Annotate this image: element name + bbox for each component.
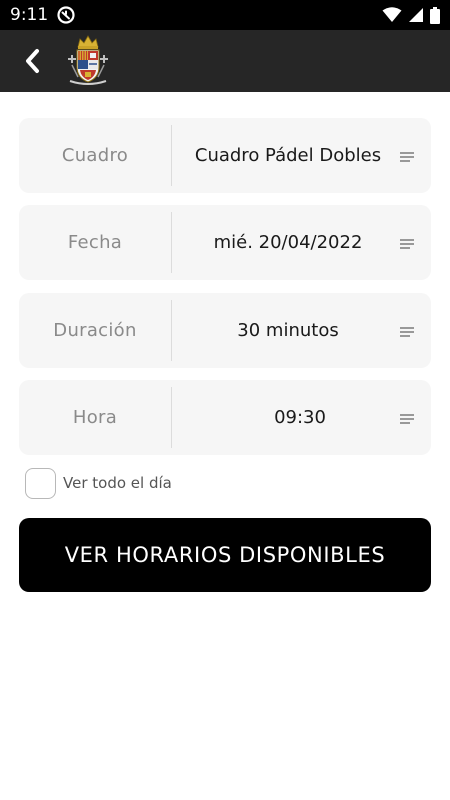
- duration-selector[interactable]: Duración 30 minutos: [19, 293, 431, 368]
- coat-of-arms-logo: [68, 35, 108, 85]
- court-selector[interactable]: Cuadro Cuadro Pádel Dobles: [19, 118, 431, 193]
- all-day-option: Ver todo el día: [25, 467, 172, 499]
- wifi-icon: [382, 7, 402, 22]
- time-value: 09:30: [274, 407, 326, 428]
- all-day-checkbox[interactable]: [25, 467, 56, 499]
- date-value: mié. 20/04/2022: [213, 232, 363, 253]
- app-bar: [0, 30, 450, 92]
- date-selector[interactable]: Fecha mié. 20/04/2022: [19, 205, 431, 280]
- time-label: Hora: [72, 407, 118, 428]
- view-available-times-button[interactable]: VER HORARIOS DISPONIBLES: [19, 518, 431, 592]
- date-label: Fecha: [67, 232, 123, 253]
- menu-lines-icon: [400, 152, 414, 162]
- time-selector[interactable]: Hora 09:30: [19, 380, 431, 455]
- chevron-left-icon: [26, 49, 39, 73]
- all-day-label[interactable]: Ver todo el día: [63, 474, 172, 492]
- status-icons: [382, 6, 440, 24]
- menu-lines-icon: [400, 327, 414, 337]
- court-label: Cuadro: [61, 145, 129, 166]
- back-button[interactable]: [14, 42, 50, 80]
- vpn-key-icon: [57, 6, 75, 24]
- menu-lines-icon: [400, 414, 414, 424]
- cellular-signal-icon: [409, 8, 423, 22]
- status-time: 9:11: [10, 5, 49, 25]
- duration-label: Duración: [53, 320, 137, 341]
- battery-icon: [430, 6, 440, 24]
- menu-lines-icon: [400, 239, 414, 249]
- court-value: Cuadro Pádel Dobles: [194, 145, 382, 166]
- status-bar: 9:11: [0, 0, 450, 30]
- duration-value: 30 minutos: [237, 320, 339, 341]
